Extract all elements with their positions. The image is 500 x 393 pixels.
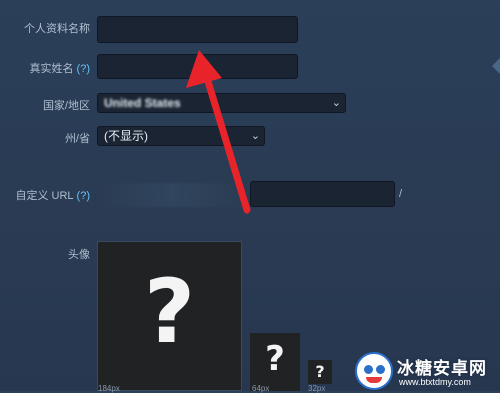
avatar-placeholder-icon: ? <box>265 339 285 379</box>
avatar-small: ? <box>308 360 332 384</box>
avatar-size-32: 32px <box>308 384 326 393</box>
watermark-title: 冰糖安卓网 <box>397 359 487 378</box>
watermark-logo-icon <box>355 352 393 390</box>
avatar-placeholder-icon: ? <box>315 362 325 381</box>
avatar-size-184: 184px <box>98 384 120 393</box>
profile-name-field[interactable] <box>97 16 298 43</box>
country-select-value: United States <box>104 96 181 110</box>
watermark-url: www.btxtdmy.com <box>399 377 471 387</box>
chevron-down-icon: ⌄ <box>250 130 260 142</box>
avatar-placeholder-icon: ? <box>143 260 196 363</box>
custom-url-suffix: / <box>399 188 403 200</box>
custom-url-label-row: 自定义 URL (?) <box>0 187 90 203</box>
state-select[interactable]: (不显示) ⌄ <box>97 126 265 146</box>
real-name-label: 真实姓名 <box>29 63 74 75</box>
real-name-field[interactable] <box>97 54 298 79</box>
avatar-medium: ? <box>250 333 300 391</box>
avatar-large[interactable]: ? <box>97 241 242 391</box>
watermark: 冰糖安卓网 www.btxtdmy.com <box>355 350 500 391</box>
country-select[interactable]: United States ⌄ <box>97 93 346 113</box>
state-label: 州/省 <box>64 133 90 145</box>
profile-name-label: 个人资料名称 <box>24 23 90 35</box>
custom-url-field[interactable] <box>250 181 395 207</box>
custom-url-prefix <box>97 183 247 207</box>
avatar-label: 头像 <box>68 249 90 261</box>
chevron-down-icon: ⌄ <box>331 97 341 109</box>
real-name-help-link[interactable]: (?) <box>77 63 90 75</box>
custom-url-label: 自定义 URL <box>15 190 74 202</box>
real-name-label-row: 真实姓名 (?) <box>10 60 90 76</box>
state-select-value: (不显示) <box>104 129 148 143</box>
custom-url-help-link[interactable]: (?) <box>77 190 90 202</box>
country-label: 国家/地区 <box>42 100 90 112</box>
side-tab-arrow-icon[interactable] <box>492 58 500 74</box>
avatar-size-64: 64px <box>252 384 270 393</box>
